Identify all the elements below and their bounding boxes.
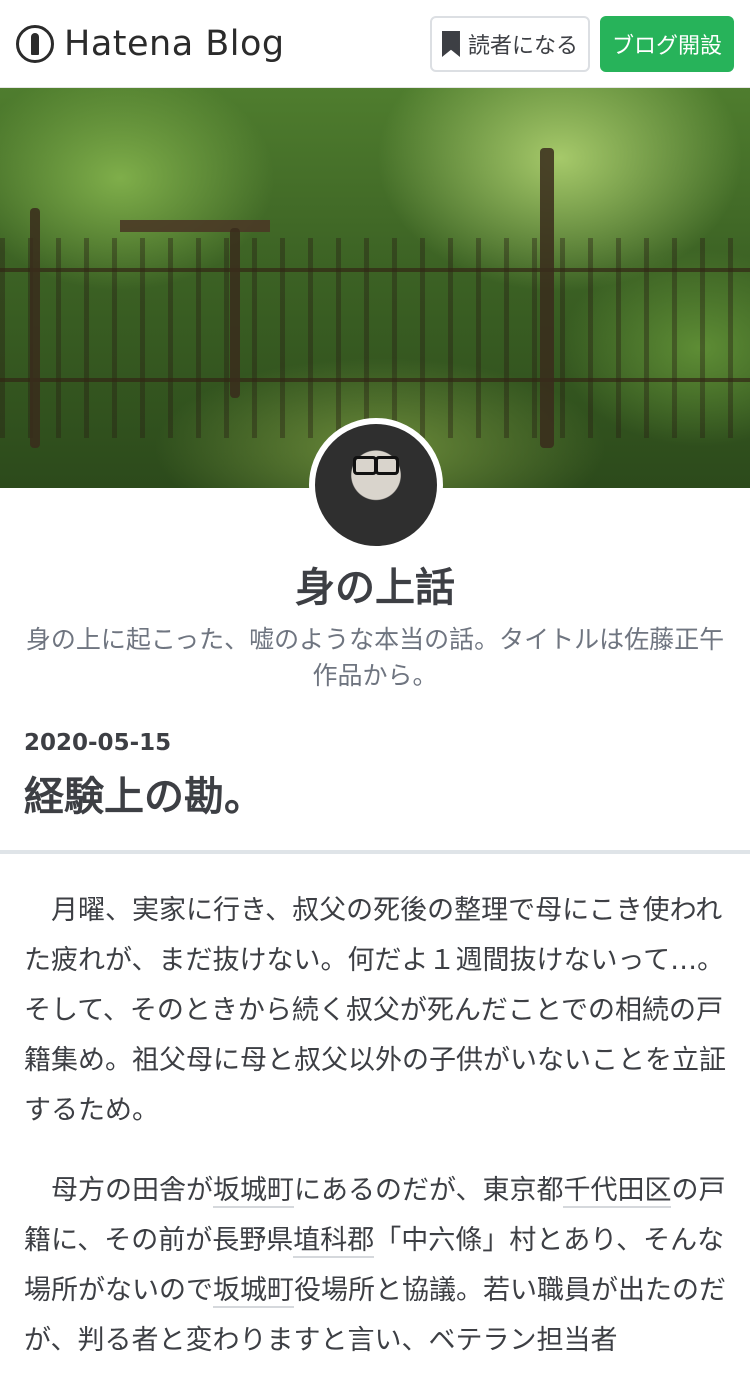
divider: [0, 850, 750, 854]
tree-trunk: [540, 148, 554, 448]
blog-title[interactable]: 身の上話: [0, 555, 750, 613]
top-bar: Hatena Blog 読者になる ブログ開設: [0, 0, 750, 88]
entry-paragraph: 母方の田舎が坂城町にあるのだが、東京都千代田区の戸籍に、その前が長野県埴科郡「中…: [24, 1166, 726, 1366]
glasses-shape: [353, 456, 399, 475]
entry-paragraph: 月曜、実家に行き、叔父の死後の整理で母にこき使われた疲れが、まだ抜けない。何だよ…: [24, 895, 726, 1126]
open-blog-button[interactable]: ブログ開設: [600, 16, 734, 72]
entry-body: 月曜、実家に行き、叔父の死後の整理で母にこき使われた疲れが、まだ抜けない。何だよ…: [24, 886, 726, 1396]
blog-author-avatar[interactable]: [309, 418, 443, 552]
gate-beam: [120, 220, 270, 232]
paragraph-text: 母方の田舎が: [51, 1175, 213, 1206]
hatena-blog-logo[interactable]: Hatena Blog: [16, 22, 285, 66]
fence-rail: [0, 378, 750, 382]
fence-rail: [0, 268, 750, 272]
hatena-pen-icon: [16, 25, 54, 63]
keyword-link[interactable]: 千代田区: [563, 1175, 672, 1208]
keyword-link[interactable]: 埴科郡: [293, 1225, 375, 1258]
paragraph-text: にあるのだが、東京都: [294, 1175, 564, 1206]
bookmark-icon: [441, 31, 460, 57]
entry-title[interactable]: 経験上の勘。: [24, 764, 264, 822]
subscribe-button[interactable]: 読者になる: [430, 16, 590, 72]
logo-text: Hatena Blog: [64, 24, 285, 64]
entry-date[interactable]: 2020-05-15: [24, 730, 171, 756]
keyword-link[interactable]: 坂城町: [213, 1175, 294, 1208]
tree-trunk: [230, 228, 240, 398]
subscribe-button-label: 読者になる: [467, 34, 578, 59]
keyword-link[interactable]: 坂城町: [213, 1275, 294, 1308]
blog-description: 身の上に起こった、嘘のような本当の話。タイトルは佐藤正午作品から。: [25, 625, 725, 690]
tree-trunk: [30, 208, 40, 448]
